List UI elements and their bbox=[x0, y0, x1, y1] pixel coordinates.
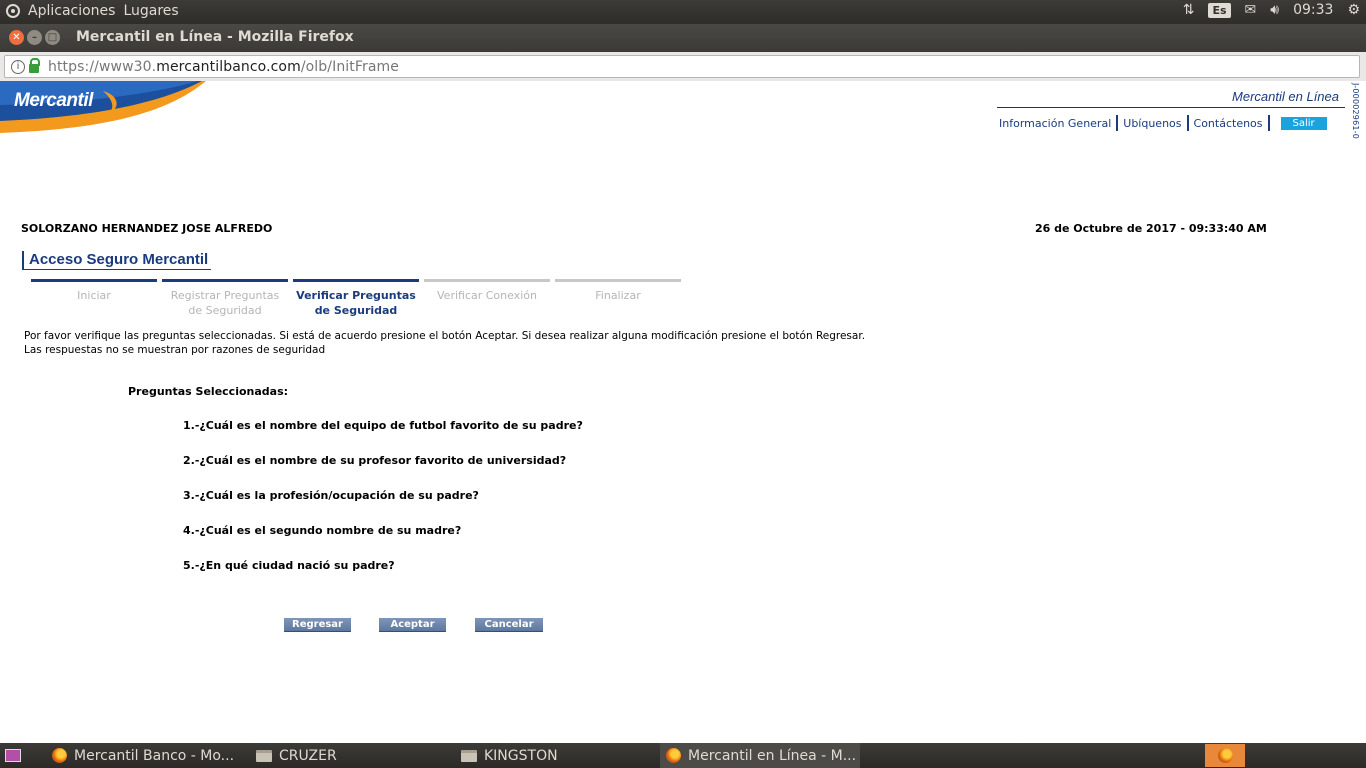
folder-icon bbox=[256, 749, 272, 762]
wizard-steps: Iniciar Registrar Preguntas de Seguridad … bbox=[31, 279, 681, 318]
window-close-button[interactable]: ✕ bbox=[9, 30, 24, 45]
network-transfer-icon[interactable]: ⇅ bbox=[1183, 2, 1195, 18]
link-separator bbox=[1186, 115, 1189, 131]
secure-lock-icon[interactable] bbox=[29, 57, 40, 73]
questions-heading: Preguntas Seleccionadas: bbox=[128, 385, 289, 398]
firefox-icon bbox=[666, 748, 681, 763]
top-links: Información General Ubíquenos Contácteno… bbox=[997, 115, 1327, 131]
step-finalizar: Finalizar bbox=[555, 279, 681, 318]
accept-button[interactable]: Aceptar bbox=[379, 618, 446, 632]
top-panel: Aplicaciones Lugares ⇅ Es ✉ 🔊︎ 09:33 ⚙ bbox=[0, 0, 1366, 24]
taskbar-item-mercantil-banco[interactable]: Mercantil Banco - Mo... bbox=[46, 743, 246, 768]
volume-icon[interactable]: 🔊︎ bbox=[1270, 2, 1279, 18]
user-name: SOLORZANO HERNANDEZ JOSE ALFREDO bbox=[21, 222, 273, 235]
keyboard-layout-indicator[interactable]: Es bbox=[1208, 2, 1231, 18]
question-item: 2.-¿Cuál es el nombre de su profesor fav… bbox=[183, 454, 567, 467]
question-item: 4.-¿Cuál es el segundo nombre de su madr… bbox=[183, 524, 462, 537]
settings-gear-icon[interactable]: ⚙ bbox=[1347, 2, 1360, 18]
mail-icon[interactable]: ✉ bbox=[1245, 2, 1257, 18]
step-verificar-conexion: Verificar Conexión bbox=[424, 279, 550, 318]
clock[interactable]: 09:33 bbox=[1293, 2, 1333, 18]
workspace-switcher[interactable] bbox=[1205, 744, 1245, 767]
link-informacion-general[interactable]: Información General bbox=[997, 117, 1113, 130]
url-text[interactable]: https://www30.mercantilbanco.com/olb/Ini… bbox=[48, 59, 399, 75]
window-title: Mercantil en Línea - Mozilla Firefox bbox=[76, 29, 354, 45]
page-title: Acceso Seguro Mercantil bbox=[22, 251, 212, 270]
logo-text[interactable]: Mercantil bbox=[14, 90, 93, 112]
show-desktop-icon[interactable] bbox=[5, 749, 21, 762]
taskbar: Mercantil Banco - Mo... CRUZER KINGSTON … bbox=[0, 743, 1366, 768]
instructions: Por favor verifique las preguntas selecc… bbox=[24, 329, 865, 357]
taskbar-item-cruzer[interactable]: CRUZER bbox=[250, 743, 450, 768]
instructions-line-2: Las respuestas no se muestran por razone… bbox=[24, 344, 326, 356]
link-separator bbox=[1267, 115, 1270, 131]
back-button[interactable]: Regresar bbox=[284, 618, 351, 632]
question-item: 1.-¿Cuál es el nombre del equipo de futb… bbox=[183, 419, 583, 432]
cancel-button[interactable]: Cancelar bbox=[475, 618, 543, 632]
link-separator bbox=[1116, 115, 1119, 131]
site-brand-title: Mercantil en Línea bbox=[1232, 89, 1339, 104]
link-contactenos[interactable]: Contáctenos bbox=[1192, 117, 1265, 130]
logout-button[interactable]: Salir bbox=[1280, 116, 1327, 130]
side-code: J-00002961-0 bbox=[1351, 83, 1360, 140]
question-item: 3.-¿Cuál es la profesión/ocupación de su… bbox=[183, 489, 479, 502]
navigation-bar: i https://www30.mercantilbanco.com/olb/I… bbox=[0, 52, 1366, 81]
taskbar-item-kingston[interactable]: KINGSTON bbox=[455, 743, 655, 768]
step-verificar-preguntas: Verificar Preguntas de Seguridad bbox=[293, 279, 419, 318]
window-title-bar: ✕ – □ Mercantil en Línea - Mozilla Firef… bbox=[0, 24, 1366, 52]
page-content: Mercantil Mercantil en Línea Información… bbox=[0, 81, 1366, 743]
menu-aplicaciones[interactable]: Aplicaciones bbox=[28, 3, 115, 19]
address-bar[interactable]: i https://www30.mercantilbanco.com/olb/I… bbox=[4, 55, 1360, 78]
link-ubiquenos[interactable]: Ubíquenos bbox=[1121, 117, 1183, 130]
questions-list: 1.-¿Cuál es el nombre del equipo de futb… bbox=[183, 419, 583, 594]
folder-icon bbox=[461, 749, 477, 762]
brand-divider bbox=[997, 107, 1345, 108]
instructions-line-1: Por favor verifique las preguntas selecc… bbox=[24, 330, 866, 342]
site-info-icon[interactable]: i bbox=[11, 59, 25, 74]
firefox-icon bbox=[52, 748, 67, 763]
ubuntu-logo-icon bbox=[6, 4, 20, 18]
taskbar-item-mercantil-en-linea[interactable]: Mercantil en Línea - M... bbox=[660, 743, 860, 768]
window-minimize-button[interactable]: – bbox=[27, 30, 42, 45]
menu-lugares[interactable]: Lugares bbox=[123, 3, 178, 19]
step-iniciar: Iniciar bbox=[31, 279, 157, 318]
window-maximize-button[interactable]: □ bbox=[45, 30, 60, 45]
session-date-time: 26 de Octubre de 2017 - 09:33:40 AM bbox=[1035, 222, 1267, 235]
question-item: 5.-¿En qué ciudad nació su padre? bbox=[183, 559, 395, 572]
firefox-icon bbox=[1217, 748, 1233, 763]
step-registrar-preguntas: Registrar Preguntas de Seguridad bbox=[162, 279, 288, 318]
